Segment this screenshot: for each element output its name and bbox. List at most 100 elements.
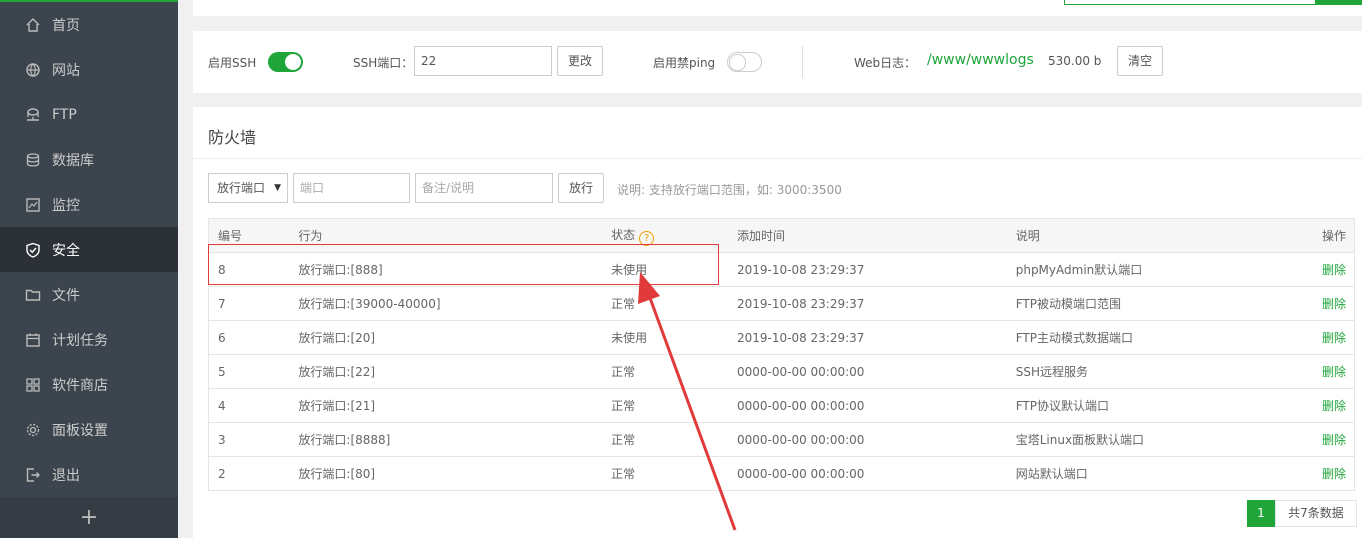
col-header-time: 添加时间 [727,218,1007,253]
cell-op: 删除 [1285,320,1356,355]
cell-op: 删除 [1285,354,1356,389]
calendar-icon [25,332,41,348]
firewall-title: 防火墙 [208,128,257,147]
ping-toggle[interactable] [727,52,762,72]
ssh-port-label: SSH端口： [353,56,414,70]
web-log-size: 530.00 b [1048,54,1102,68]
web-log-path-link[interactable]: /www/wwwlogs [927,52,1034,68]
top-search-button[interactable] [1316,0,1362,5]
delete-link[interactable]: 删除 [1322,331,1346,345]
cell-note: 宝塔Linux面板默认端口 [1006,422,1286,457]
cell-action: 放行端口:[20] [289,320,603,355]
ssh-toggle[interactable] [268,52,303,72]
add-menu-button[interactable]: + [0,497,178,538]
toggle-knob [285,54,301,70]
database-icon [25,152,41,168]
clear-log-button[interactable]: 清空 [1117,46,1163,76]
sidebar-item-label: 退出 [52,467,80,484]
note-input[interactable]: 备注/说明 [415,173,553,203]
divider [802,46,803,78]
sidebar-item-settings[interactable]: 面板设置 [0,407,178,452]
table-row: 5 放行端口:[22] 正常 0000-00-00 00:00:00 SSH远程… [208,354,1356,389]
cell-note: SSH远程服务 [1006,354,1286,389]
caret-down-icon: ▼ [274,183,281,193]
port-input[interactable]: 端口 [293,173,410,203]
table-row: 3 放行端口:[8888] 正常 0000-00-00 00:00:00 宝塔L… [208,422,1356,457]
cell-time: 0000-00-00 00:00:00 [727,388,1007,423]
cell-time: 0000-00-00 00:00:00 [727,456,1007,491]
rule-type-value: 放行端口 [217,181,266,195]
top-search-input[interactable] [1064,0,1316,5]
table-row: 2 放行端口:[80] 正常 0000-00-00 00:00:00 网站默认端… [208,456,1356,491]
cell-op: 删除 [1285,422,1356,457]
cell-note: FTP被动模端口范围 [1006,286,1286,321]
change-port-button[interactable]: 更改 [557,46,603,76]
sidebar-item-label: FTP [52,106,77,123]
sidebar-item-monitor[interactable]: 监控 [0,182,178,227]
table-row: 4 放行端口:[21] 正常 0000-00-00 00:00:00 FTP协议… [208,388,1356,423]
table-row: 6 放行端口:[20] 未使用 2019-10-08 23:29:37 FTP主… [208,320,1356,355]
sidebar-item-label: 软件商店 [52,377,108,394]
cell-action: 放行端口:[21] [289,388,603,423]
shield-icon [25,242,41,258]
cell-note: FTP协议默认端口 [1006,388,1286,423]
cell-action: 放行端口:[8888] [289,422,603,457]
sidebar-item-label: 文件 [52,287,80,304]
delete-link[interactable]: 删除 [1322,433,1346,447]
sidebar-item-logout[interactable]: 退出 [0,452,178,497]
sidebar-item-cron[interactable]: 计划任务 [0,317,178,362]
sidebar-item-home[interactable]: 首页 [0,2,178,47]
cell-id: 3 [208,422,290,457]
cell-action: 放行端口:[80] [289,456,603,491]
cell-id: 7 [208,286,290,321]
delete-link[interactable]: 删除 [1322,467,1346,481]
folder-icon [25,287,41,303]
rule-type-select[interactable]: 放行端口 ▼ [208,173,288,203]
col-header-note: 说明 [1006,218,1286,253]
cell-time: 2019-10-08 23:29:37 [727,286,1007,321]
col-header-op: 操作 [1285,218,1356,253]
cell-id: 2 [208,456,290,491]
pager-current-page[interactable]: 1 [1247,500,1275,527]
sidebar-item-ftp[interactable]: FTP [0,92,178,137]
cell-time: 2019-10-08 23:29:37 [727,252,1007,287]
cell-note: 网站默认端口 [1006,456,1286,491]
cell-action: 放行端口:[39000-40000] [289,286,603,321]
delete-link[interactable]: 删除 [1322,399,1346,413]
home-icon [25,17,41,33]
delete-link[interactable]: 删除 [1322,297,1346,311]
cell-time: 0000-00-00 00:00:00 [727,422,1007,457]
cell-id: 4 [208,388,290,423]
col-header-status-label: 状态 [611,227,636,242]
sidebar-item-label: 监控 [52,197,80,214]
sidebar-item-security[interactable]: 安全 [0,227,178,272]
delete-link[interactable]: 删除 [1322,365,1346,379]
cell-note: FTP主动模式数据端口 [1006,320,1286,355]
ssh-port-input[interactable]: 22 [414,46,552,76]
sidebar: 首页 网站 FTP 数据库 监控 安全 文件 计划任务 软件商店 面板设置 退出… [0,0,178,538]
gear-icon [25,422,41,438]
sidebar-item-label: 网站 [52,62,80,79]
ping-label: 启用禁ping [653,56,716,70]
monitor-icon [25,197,41,213]
sidebar-item-database[interactable]: 数据库 [0,137,178,182]
divider [193,158,1362,159]
apps-icon [25,377,41,393]
ftp-icon [25,107,41,123]
delete-link[interactable]: 删除 [1322,263,1346,277]
sidebar-item-store[interactable]: 软件商店 [0,362,178,407]
cell-op: 删除 [1285,456,1356,491]
table-row: 7 放行端口:[39000-40000] 正常 2019-10-08 23:29… [208,286,1356,321]
sidebar-item-files[interactable]: 文件 [0,272,178,317]
cell-op: 删除 [1285,286,1356,321]
hint-text: 说明: 支持放行端口范围，如: 3000:3500 [617,183,842,197]
sidebar-item-website[interactable]: 网站 [0,47,178,92]
pager-total-count: 共7条数据 [1275,500,1357,527]
allow-port-button[interactable]: 放行 [558,173,604,203]
cell-time: 2019-10-08 23:29:37 [727,320,1007,355]
annotation-arrow [638,272,737,531]
cell-time: 0000-00-00 00:00:00 [727,354,1007,389]
cell-note: phpMyAdmin默认端口 [1006,252,1286,287]
logout-icon [25,467,41,483]
sidebar-item-label: 面板设置 [52,422,108,439]
